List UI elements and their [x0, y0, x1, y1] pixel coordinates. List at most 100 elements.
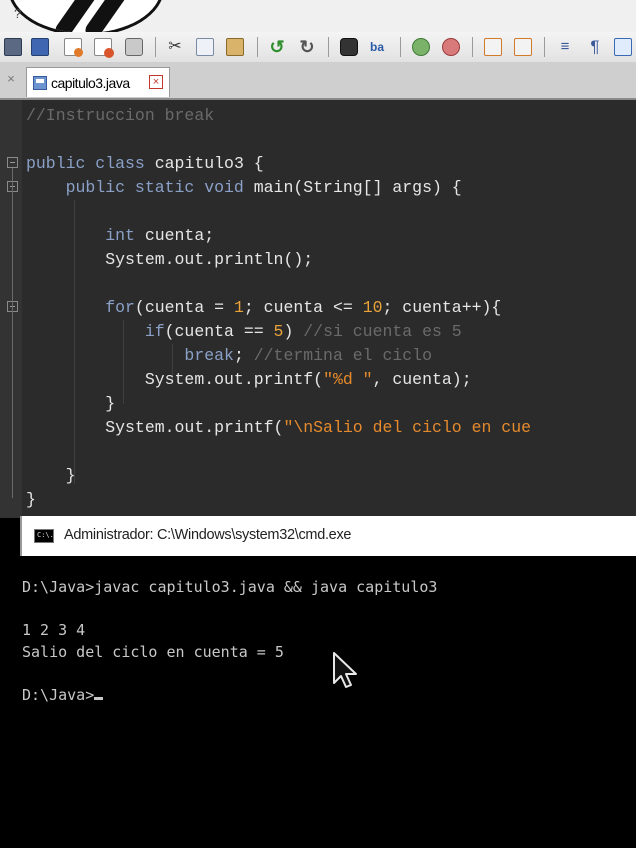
zoom-in-icon[interactable]: [412, 38, 430, 56]
fold-gutter: [0, 100, 22, 518]
toolbar-separator: [328, 37, 329, 57]
console-output: D:\Java>javac capitulo3.java && java cap…: [22, 577, 437, 706]
indent-guide-icon[interactable]: [614, 38, 632, 56]
toolbar-separator: [472, 37, 473, 57]
code-line: break; //termina el ciclo: [26, 344, 531, 368]
tab-bar: × capitulo3.java ×: [0, 62, 636, 100]
code-token: main(String[] args) {: [253, 178, 462, 197]
print-icon[interactable]: [125, 38, 143, 56]
code-token: (cuenta ==: [164, 322, 274, 341]
code-line: //Instruccion break: [26, 104, 531, 128]
menu-bar: ?: [0, 0, 636, 36]
code-token: "%d ": [323, 370, 373, 389]
toolbar: ✂ ↺ ↻ ba ≡ ¶: [0, 32, 636, 63]
code-token: public class: [26, 154, 155, 173]
copy-icon[interactable]: [196, 38, 214, 56]
sync-horizontal-icon[interactable]: [514, 38, 532, 56]
code-line: if(cuenta == 5) //si cuenta es 5: [26, 320, 531, 344]
code-line: System.out.printf("\nSalio del ciclo en …: [26, 416, 531, 440]
mouse-pointer-icon: [333, 652, 357, 688]
code-token: }: [26, 394, 116, 413]
code-token: ;: [233, 346, 254, 365]
tab-label: capitulo3.java: [51, 75, 130, 91]
code-line: System.out.println();: [26, 248, 531, 272]
cmd-window[interactable]: C:\. Administrador: C:\Windows\system32\…: [20, 516, 636, 848]
zoom-out-icon[interactable]: [442, 38, 460, 56]
code-token: , cuenta);: [372, 370, 472, 389]
code-token: System.out.printf(: [26, 370, 324, 389]
sync-vertical-icon[interactable]: [484, 38, 502, 56]
app-logo: [8, 0, 164, 36]
code-token: int: [26, 226, 145, 245]
code-line: public class capitulo3 {: [26, 152, 531, 176]
code-token: (cuenta =: [134, 298, 234, 317]
code-line: }: [26, 488, 531, 512]
console-line: D:\Java>: [22, 685, 437, 707]
replace-icon[interactable]: ba: [370, 38, 388, 56]
java-file-icon: [33, 76, 47, 90]
console-line: 1 2 3 4: [22, 621, 86, 639]
show-all-characters-icon[interactable]: ¶: [586, 38, 604, 56]
code-token: ; cuenta <=: [243, 298, 363, 317]
code-token: System.out.printf(: [26, 418, 284, 437]
console-line: Salio del ciclo en cuenta = 5: [22, 642, 284, 661]
code-token: //termina el ciclo: [253, 346, 432, 365]
code-token: cuenta;: [144, 226, 215, 245]
code-editor[interactable]: //Instruccion break public class capitul…: [0, 100, 636, 518]
toolbar-separator: [257, 37, 258, 57]
paste-icon[interactable]: [226, 38, 244, 56]
new-file-icon[interactable]: [4, 38, 22, 56]
code-token: 1: [233, 298, 244, 317]
help-menu[interactable]: ?: [14, 6, 21, 21]
console-icon: C:\.: [34, 529, 54, 543]
text-cursor: [94, 696, 104, 700]
undo-icon[interactable]: ↺: [268, 38, 286, 56]
toolbar-separator: [155, 37, 156, 57]
save-file-icon[interactable]: [64, 38, 83, 57]
code-token: ): [283, 322, 304, 341]
code-token: }: [26, 466, 76, 485]
toolbar-separator: [400, 37, 401, 57]
cmd-window-title: Administrador: C:\Windows\system32\cmd.e…: [64, 527, 352, 543]
close-tab-icon[interactable]: ×: [149, 75, 163, 89]
cut-icon[interactable]: ✂: [166, 38, 184, 56]
fold-toggle-icon[interactable]: [7, 157, 18, 168]
code-token: public static void: [26, 178, 254, 197]
code-token: if: [26, 322, 165, 341]
code-line: int cuenta;: [26, 224, 531, 248]
code-line: System.out.printf("%d ", cuenta);: [26, 368, 531, 392]
code-token: }: [26, 490, 36, 509]
close-all-tabs-icon[interactable]: ×: [4, 72, 18, 86]
toolbar-separator: [544, 37, 545, 57]
code-line: public static void main(String[] args) {: [26, 176, 531, 200]
code-token: break: [26, 346, 234, 365]
word-wrap-icon[interactable]: ≡: [556, 38, 574, 56]
tab-capitulo3-java[interactable]: capitulo3.java ×: [26, 67, 170, 97]
code-token: 10: [362, 298, 383, 317]
find-icon[interactable]: [340, 38, 358, 56]
code-token: System.out.println();: [26, 250, 314, 269]
code-token: ; cuenta++){: [382, 298, 502, 317]
source-code: //Instruccion break public class capitul…: [26, 104, 531, 512]
code-line: }: [26, 392, 531, 416]
code-token: capitulo3 {: [154, 154, 264, 173]
save-all-icon[interactable]: [94, 38, 114, 58]
code-token: //Instruccion break: [26, 106, 215, 125]
code-line: for(cuenta = 1; cuenta <= 10; cuenta++){: [26, 296, 531, 320]
code-token: for: [26, 298, 135, 317]
code-token: "\nSalio del ciclo en cue: [283, 418, 531, 437]
fold-line: [12, 168, 13, 498]
code-token: //si cuenta es 5: [303, 322, 462, 341]
code-token: 5: [273, 322, 284, 341]
code-line: }: [26, 464, 531, 488]
console-line: D:\Java>javac capitulo3.java && java cap…: [22, 578, 438, 596]
redo-icon[interactable]: ↻: [298, 38, 316, 56]
cmd-title-bar[interactable]: C:\. Administrador: C:\Windows\system32\…: [20, 516, 636, 556]
open-file-icon[interactable]: [31, 38, 49, 56]
